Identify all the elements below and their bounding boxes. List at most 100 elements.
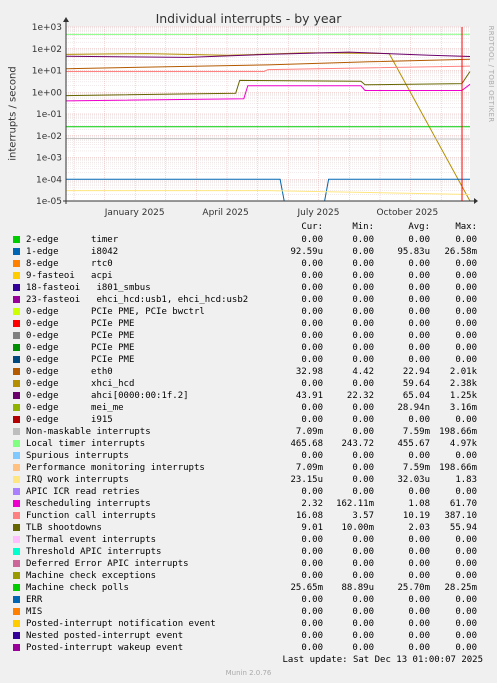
legend-max: 0.00 [455, 643, 477, 653]
legend-swatch [13, 260, 20, 267]
legend-swatch [13, 500, 20, 507]
legend-swatch [13, 620, 20, 627]
legend-swatch [13, 356, 20, 363]
legend-label: Rescheduling interrupts [26, 499, 151, 509]
legend-min: 0.00 [352, 331, 374, 341]
legend-swatch [13, 368, 20, 375]
legend-max: 0.00 [455, 571, 477, 581]
legend-max: 1.83 [455, 475, 477, 485]
legend-max: 0.00 [455, 547, 477, 557]
legend-label: 0-edge PCIe PME [26, 319, 135, 329]
legend-max: 0.00 [455, 319, 477, 329]
legend-swatch [13, 488, 20, 495]
y-axis-arrow [63, 17, 69, 22]
legend-label: ERR [26, 595, 43, 605]
legend-swatch [13, 560, 20, 567]
legend-max: 198.66m [439, 463, 477, 473]
legend-swatch [13, 416, 20, 423]
legend-row: 0-edge i915 0.00 0.00 0.00 0.00 [0, 414, 497, 426]
legend-label: IRQ work interrupts [26, 475, 129, 485]
legend-min: 3.57 [352, 511, 374, 521]
legend-row: Posted-interrupt notification event 0.00 0… [0, 618, 497, 630]
legend-max: 0.00 [455, 355, 477, 365]
legend-swatch [13, 584, 20, 591]
y-tick-label: 1e-02 [36, 132, 62, 142]
legend-label: 9-fasteoi acpi [26, 271, 113, 281]
legend-min: 0.00 [352, 259, 374, 269]
legend-header-max: Max: [455, 222, 477, 232]
legend-row: Threshold APIC interrupts 0.00 0.00 0.00 0.0… [0, 546, 497, 558]
legend-min: 0.00 [352, 379, 374, 389]
legend-swatch [13, 512, 20, 519]
legend-row: 0-edge ahci[0000:00:1f.2] 43.91 22.32 65.04… [0, 390, 497, 402]
legend-swatch [13, 380, 20, 387]
last-update: Last update: Sat Dec 13 01:00:07 2025 [282, 655, 483, 665]
legend-min: 0.00 [352, 487, 374, 497]
legend-min: 0.00 [352, 295, 374, 305]
legend-max: 0.00 [455, 271, 477, 281]
y-ticks: 1e-05 1e-04 1e-03 1e-02 1e-01 1e+00 1e+01 1e+02… [32, 23, 63, 207]
legend-swatch [13, 308, 20, 315]
legend-min: 22.32 [346, 391, 374, 401]
legend-row: 0-edge PCIe PME 0.00 0.00 0.00 0.00 [0, 342, 497, 354]
legend-swatch [13, 572, 20, 579]
legend-label: 1-edge i8042 [26, 247, 119, 257]
legend-swatch [13, 632, 20, 639]
legend-swatch [13, 464, 20, 471]
legend-max: 55.94 [449, 523, 477, 533]
legend-min: 0.00 [352, 415, 374, 425]
legend-swatch [13, 248, 20, 255]
legend-label: 0-edge i915 [26, 415, 113, 425]
legend-swatch [13, 236, 20, 243]
legend-row: Local timer interrupts 465.68 243.72 455.67… [0, 438, 497, 450]
legend-label: Machine check polls [26, 583, 129, 593]
legend-max: 0.00 [455, 607, 477, 617]
legend-row: 2-edge timer 0.00 0.00 0.00 0.00 [0, 234, 497, 246]
legend-label: MIS [26, 607, 43, 617]
legend-max: 387.10 [444, 511, 477, 521]
x-axis-arrow [474, 198, 478, 204]
legend-label: Nested posted-interrupt event [26, 631, 184, 641]
legend-max: 2.01k [449, 367, 477, 377]
legend-row: MIS 0.00 0.00 0.00 0.00 [0, 606, 497, 618]
legend-min: 0.00 [352, 307, 374, 317]
legend-row: Performance monitoring interrupts 7.09m 0.… [0, 462, 497, 474]
legend-max: 0.00 [455, 535, 477, 545]
x-tick-label: July 2025 [297, 208, 340, 218]
legend-max: 0.00 [455, 259, 477, 269]
legend-label: 8-edge rtc0 [26, 259, 113, 269]
legend-row: 0-edge PCIe PME 0.00 0.00 0.00 0.00 [0, 318, 497, 330]
x-tick-label: April 2025 [202, 208, 248, 218]
legend-min: 0.00 [352, 643, 374, 653]
legend-swatch [13, 272, 20, 279]
legend-min: 0.00 [352, 595, 374, 605]
legend-swatch [13, 404, 20, 411]
legend-swatch [13, 332, 20, 339]
legend-min: 0.00 [352, 403, 374, 413]
x-tick-label: January 2025 [104, 208, 165, 218]
legend-max: 198.66m [439, 427, 477, 437]
legend-max: 0.00 [455, 343, 477, 353]
legend-max: 0.00 [455, 631, 477, 641]
legend-row: 9-fasteoi acpi 0.00 0.00 0.00 0.00 [0, 270, 497, 282]
series-line [65, 138, 471, 140]
legend-max: 4.97k [449, 439, 477, 449]
legend-min: 162.11m [336, 499, 374, 509]
legend-max: 0.00 [455, 307, 477, 317]
legend-max: 0.00 [455, 415, 477, 425]
legend-row: 8-edge rtc0 0.00 0.00 0.00 0.00 [0, 258, 497, 270]
legend-swatch [13, 644, 20, 651]
legend-max: 28.25m [444, 583, 477, 593]
legend-swatch [13, 284, 20, 291]
munin-version: Munin 2.0.76 [225, 669, 272, 677]
legend-swatch [13, 452, 20, 459]
legend-label: 0-edge eth0 [26, 367, 113, 377]
legend-row: Machine check exceptions 0.00 0.00 0.00 0.00 [0, 570, 497, 582]
legend-label: Deferred Error APIC interrupts [26, 559, 189, 569]
legend-max: 0.00 [455, 283, 477, 293]
legend-row: IRQ work interrupts 23.15u 0.00 32.03u 1.83 [0, 474, 497, 486]
legend-max: 0.00 [455, 559, 477, 569]
legend-min: 0.00 [352, 631, 374, 641]
legend-min: 0.00 [352, 427, 374, 437]
legend-max: 0.00 [455, 451, 477, 461]
